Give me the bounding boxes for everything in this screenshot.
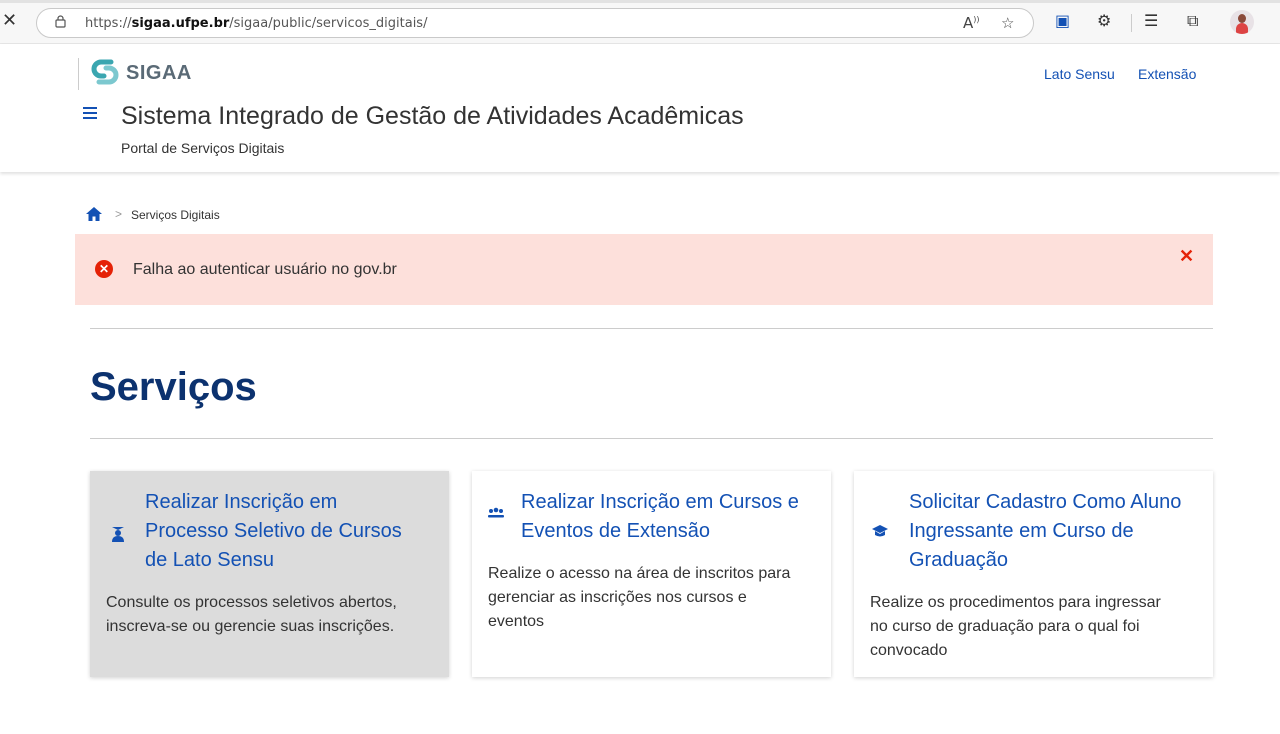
browser-toolbar: ✕ https://sigaa.ufpe.br/sigaa/public/ser…: [0, 0, 1280, 44]
toolbar-divider: [1131, 14, 1132, 32]
close-icon[interactable]: ✕: [2, 10, 17, 31]
card-title[interactable]: Realizar Inscrição em Processo Seletivo …: [145, 488, 402, 575]
user-graduate-icon: [112, 527, 124, 542]
extensao-link[interactable]: Extensão: [1138, 66, 1196, 82]
error-alert: ✕ Falha ao autenticar usuário no gov.br …: [75, 234, 1213, 305]
error-icon: ✕: [95, 260, 113, 278]
favorite-star-icon[interactable]: ☆: [1001, 14, 1014, 32]
divider: [90, 328, 1213, 329]
menu-icon[interactable]: [83, 107, 97, 119]
lato-sensu-link[interactable]: Lato Sensu: [1044, 66, 1115, 82]
alert-message: Falha ao autenticar usuário no gov.br: [133, 261, 397, 278]
puzzle-extensions-icon[interactable]: ⚙: [1097, 11, 1111, 30]
divider: [90, 438, 1213, 439]
logo-divider: [78, 58, 79, 90]
users-icon: [488, 507, 504, 518]
card-title[interactable]: Solicitar Cadastro Como Aluno Ingressant…: [909, 488, 1181, 575]
home-icon[interactable]: [85, 206, 103, 222]
card-description: Realize o acesso na área de inscritos pa…: [488, 565, 791, 630]
card-description: Realize os procedimentos para ingressar …: [870, 594, 1161, 659]
collections-icon[interactable]: ⧉: [1187, 11, 1198, 31]
tab-strip: [0, 0, 1280, 3]
service-card-extensao[interactable]: Realizar Inscrição em Cursos e Eventos d…: [472, 471, 831, 677]
system-title: Sistema Integrado de Gestão de Atividade…: [121, 102, 744, 130]
address-bar[interactable]: https://sigaa.ufpe.br/sigaa/public/servi…: [36, 8, 1034, 38]
site-header: SIGAA Lato Sensu Extensão Sistema Integr…: [0, 44, 1280, 172]
sigaa-logo-icon[interactable]: [89, 56, 121, 88]
breadcrumb-current: Serviços Digitais: [131, 208, 220, 222]
card-title[interactable]: Realizar Inscrição em Cursos e Eventos d…: [521, 488, 799, 546]
lock-icon[interactable]: [55, 15, 66, 28]
url-text[interactable]: https://sigaa.ufpe.br/sigaa/public/servi…: [85, 16, 427, 31]
portal-subtitle: Portal de Serviços Digitais: [121, 140, 285, 156]
extension-icon[interactable]: ▣: [1055, 11, 1070, 30]
profile-avatar[interactable]: [1230, 10, 1254, 34]
logo-text[interactable]: SIGAA: [126, 62, 192, 85]
card-description: Consulte os processos seletivos abertos,…: [106, 594, 397, 635]
chevron-right-icon: >: [115, 207, 123, 221]
service-card-graduacao[interactable]: Solicitar Cadastro Como Aluno Ingressant…: [854, 471, 1213, 677]
close-alert-button[interactable]: ✕: [1179, 246, 1194, 267]
page-title: Serviços: [90, 365, 257, 409]
graduation-cap-icon: [872, 525, 888, 537]
read-aloud-icon[interactable]: A)): [963, 14, 980, 32]
favorites-list-icon[interactable]: ☰: [1144, 11, 1158, 30]
service-card-lato-sensu[interactable]: Realizar Inscrição em Processo Seletivo …: [90, 471, 449, 677]
